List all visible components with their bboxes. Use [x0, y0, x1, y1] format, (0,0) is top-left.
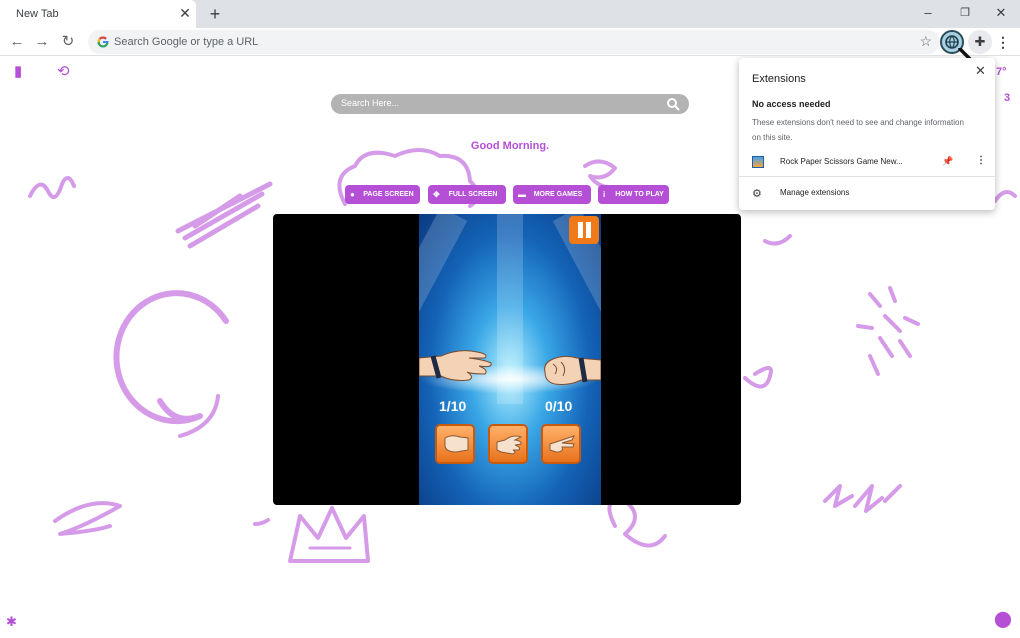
minimize-button[interactable]: – — [917, 3, 939, 23]
new-tab-page: ▮ ⟲ ✱ ⬤ Search Here... Good Morning. ● PA… — [0, 56, 1020, 638]
address-bar[interactable]: Search Google or type a URL ☆ — [88, 30, 940, 54]
pin-icon[interactable]: 📌 — [942, 156, 953, 167]
popup-divider — [739, 176, 995, 177]
more-games-button[interactable]: ▬ MORE GAMES — [513, 185, 591, 204]
opponent-score: 0/10 — [545, 398, 573, 414]
pause-button[interactable] — [569, 216, 599, 244]
scissors-icon — [549, 435, 575, 453]
popup-close-icon[interactable]: ✕ — [975, 63, 986, 79]
search-icon[interactable] — [666, 97, 680, 111]
page-screen-button[interactable]: ● PAGE SCREEN — [345, 185, 420, 204]
forward-icon[interactable]: → — [32, 32, 52, 52]
bookmark-star-icon[interactable]: ☆ — [919, 33, 932, 50]
reload-icon[interactable]: ↻ — [58, 32, 78, 52]
game-frame[interactable]: 1/10 0/10 — [273, 214, 741, 505]
info-icon: i — [603, 190, 606, 199]
player-paper-hand-icon — [419, 350, 492, 381]
google-icon — [97, 36, 109, 48]
page-screen-label: PAGE SCREEN — [363, 191, 414, 198]
apps-grid-icon[interactable]: ⬤ — [994, 612, 1012, 628]
tab-new-tab[interactable]: New Tab ✕ — [0, 0, 196, 28]
weather-temperature-peek: 7° — [996, 66, 1007, 78]
full-screen-label: FULL SCREEN — [448, 191, 498, 198]
rock-icon — [444, 435, 469, 453]
extensions-popup: Extensions ✕ No access needed These exte… — [739, 58, 995, 210]
bulb-icon: ● — [350, 190, 355, 199]
full-screen-button[interactable]: ✥ FULL SCREEN — [428, 185, 506, 204]
scissors-choice-button[interactable] — [541, 424, 581, 464]
manage-extensions-button[interactable]: ⚙ Manage extensions — [752, 187, 952, 201]
bookmark-icon[interactable]: ▮ — [14, 64, 22, 80]
tab-close-icon[interactable]: ✕ — [178, 6, 192, 20]
back-icon[interactable]: ← — [7, 32, 27, 52]
manage-extensions-label: Manage extensions — [780, 188, 850, 197]
popup-subtitle: No access needed — [752, 99, 831, 109]
browser-toolbar: ← → ↻ Search Google or type a URL ☆ ✚ ⋮ — [0, 28, 1020, 64]
gear-icon: ⚙ — [752, 188, 762, 200]
more-games-label: MORE GAMES — [533, 191, 583, 198]
extensions-puzzle-icon[interactable]: ✚ — [968, 30, 992, 54]
how-to-play-label: HOW TO PLAY — [615, 191, 664, 198]
extension-thumbnail-icon — [752, 156, 764, 168]
page-search-placeholder: Search Here... — [341, 98, 400, 108]
gamepad-icon: ▬ — [518, 190, 526, 199]
game-canvas[interactable]: 1/10 0/10 — [419, 214, 601, 505]
tab-title: New Tab — [16, 8, 59, 20]
paper-icon — [496, 435, 523, 455]
page-search-box[interactable]: Search Here... — [331, 94, 689, 114]
restore-button[interactable]: ❐ — [954, 3, 976, 23]
popup-description: These extensions don't need to see and c… — [752, 118, 964, 142]
new-tab-button[interactable]: + — [205, 4, 225, 24]
settings-gear-icon[interactable]: ✱ — [6, 614, 17, 630]
popup-title: Extensions — [752, 73, 806, 85]
address-bar-placeholder: Search Google or type a URL — [114, 36, 259, 48]
rock-choice-button[interactable] — [435, 424, 475, 464]
tab-strip: New Tab ✕ + – ❐ ✕ — [0, 0, 1020, 28]
extension-row[interactable]: Rock Paper Scissors Game New... 📌 ⋮ — [752, 155, 986, 172]
weather-detail-peek: 3 — [1004, 92, 1011, 104]
paper-choice-button[interactable] — [488, 424, 528, 464]
move-icon: ✥ — [433, 190, 440, 199]
window-close-button[interactable]: ✕ — [990, 3, 1012, 23]
how-to-play-button[interactable]: i HOW TO PLAY — [598, 185, 669, 204]
opponent-rock-hand-icon — [544, 355, 601, 385]
extension-name: Rock Paper Scissors Game New... — [780, 157, 903, 166]
player-score: 1/10 — [439, 398, 467, 414]
history-icon[interactable]: ⟲ — [57, 64, 70, 80]
browser-menu-icon[interactable]: ⋮ — [996, 32, 1010, 52]
extension-more-icon[interactable]: ⋮ — [976, 155, 986, 166]
